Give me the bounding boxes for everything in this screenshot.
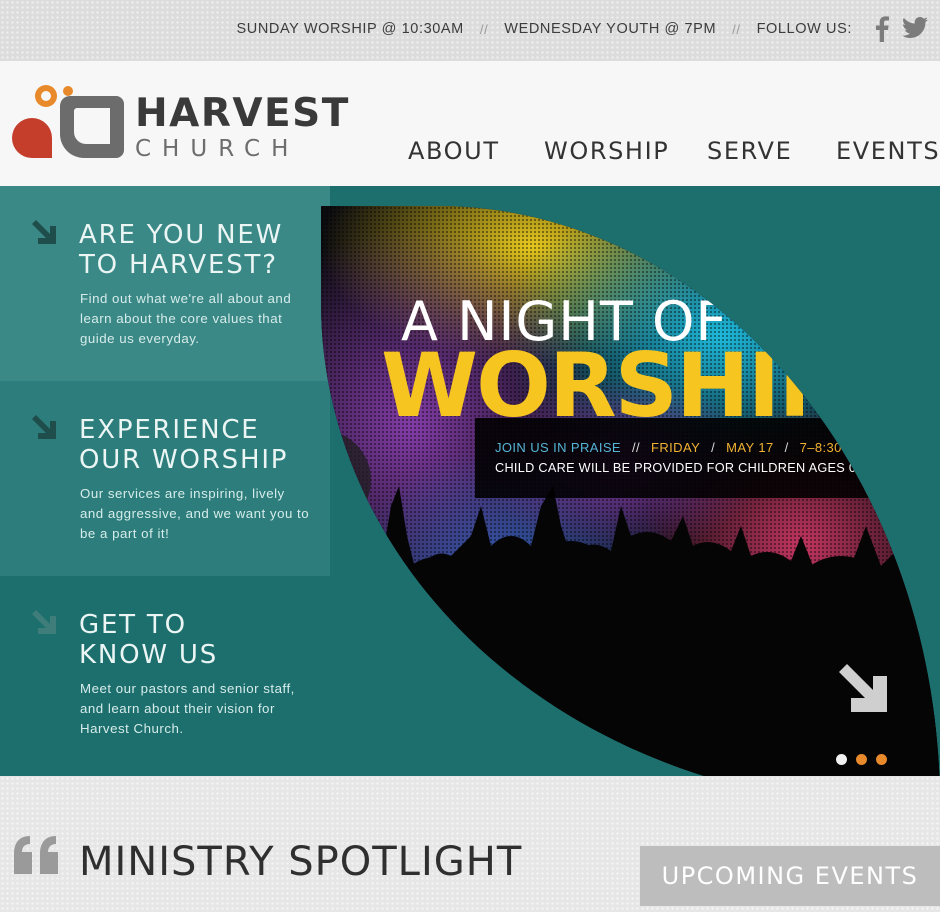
wednesday-youth-time: WEDNESDAY YOUTH @ 7PM [504,21,717,37]
nav-worship[interactable]: WORSHIP [544,136,669,166]
child-care-note: CHILD CARE WILL BE PROVIDED FOR CHILDREN… [495,461,879,475]
arrow-down-right-icon [30,218,58,246]
sunday-worship-time: SUNDAY WORSHIP @ 10:30AM [236,21,464,37]
service-times: SUNDAY WORSHIP @ 10:30AM // WEDNESDAY YO… [237,21,853,37]
separator: // [732,21,741,37]
nav-serve[interactable]: SERVE [707,136,792,166]
slider-dot-active[interactable] [836,754,847,765]
slider-dot[interactable] [876,754,887,765]
panel-new-to-harvest[interactable] [0,186,330,381]
panel-title[interactable]: GET TO [79,610,187,640]
arrow-down-right-icon[interactable] [835,660,891,716]
arrow-down-right-icon [30,608,58,636]
panel-title[interactable]: OUR WORSHIP [79,445,288,475]
event-date: MAY 17 [726,440,774,455]
nav-about[interactable]: ABOUT [408,136,500,166]
panel-text: Our services are inspiring, lively and a… [80,486,310,541]
event-day: FRIDAY [651,440,701,455]
hero-slider[interactable]: A NIGHT OF WORSHIP JOIN US IN PRAISE//FR… [321,206,940,806]
panel-title[interactable]: ARE YOU NEW [79,220,283,250]
separator: // [479,21,489,37]
separator: // [632,440,641,455]
facebook-icon[interactable] [875,16,889,42]
top-bar: SUNDAY WORSHIP @ 10:30AM // WEDNESDAY YO… [0,0,940,61]
arrow-down-right-icon [30,413,58,441]
slider-next-button[interactable] [889,434,940,530]
slider-prev-button[interactable] [321,430,371,530]
event-details: JOIN US IN PRAISE // FRIDAY / MAY 17 / 7–8:30 … [495,440,866,455]
twitter-icon[interactable] [902,16,928,40]
panel-title[interactable]: KNOW US [79,640,218,670]
slider-pagination [836,754,896,765]
logo-subtitle[interactable]: CHURCH [135,135,299,163]
panel-title[interactable]: TO HARVEST? [79,250,278,280]
panel-text: Find out what we're all about and learn … [80,291,292,346]
panel-experience-worship[interactable] [0,381,330,576]
panel-get-to-know-us[interactable] [0,576,330,776]
event-time: 7–8:30 PM [799,440,867,455]
panel-title[interactable]: EXPERIENCE [79,415,260,445]
panel-text: Meet our pastors and senior staff, and l… [80,681,295,736]
event-tagline: JOIN US IN PRAISE [495,440,621,455]
harvest-logo-mark[interactable] [12,82,124,160]
slider-dot[interactable] [856,754,867,765]
quote-icon [14,836,60,876]
event-info-box: JOIN US IN PRAISE // FRIDAY / MAY 17 / 7–8:30 … [475,418,940,498]
nav-events[interactable]: EVENTS [836,136,940,166]
logo-title[interactable]: HARVEST [135,92,350,136]
upcoming-events-button[interactable]: UPCOMING EVENTS [640,846,940,906]
ministry-spotlight-heading: MINISTRY SPOTLIGHT [79,839,523,885]
separator: / [784,440,789,455]
follow-us-label: FOLLOW US: [756,21,852,37]
separator: / [711,440,716,455]
